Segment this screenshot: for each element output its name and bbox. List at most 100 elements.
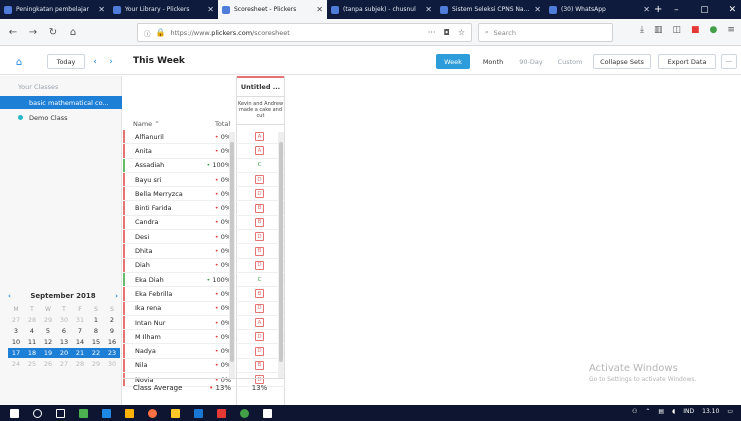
calendar-day[interactable]: 17 <box>8 348 24 358</box>
clock[interactable]: 13.10 <box>702 408 719 415</box>
export-data-button[interactable]: Export Data <box>658 54 716 69</box>
calendar-day[interactable]: 25 <box>24 359 40 369</box>
volume-icon[interactable]: ◖ <box>672 408 675 415</box>
browser-tab[interactable]: (tanpa subjek) - chusnul ✕ <box>327 0 436 19</box>
answer-cell[interactable]: D <box>235 232 284 242</box>
prev-week-icon[interactable]: ‹ <box>88 54 102 69</box>
week-view-button[interactable]: Week <box>436 54 470 69</box>
tab-close-icon[interactable]: ✕ <box>316 5 323 14</box>
address-bar[interactable]: ⓘ 🔒 https://www.plickers.com/scoresheet … <box>137 23 472 42</box>
calendar-day[interactable]: 28 <box>24 315 40 325</box>
calendar-day[interactable]: 8 <box>88 326 104 336</box>
bookmark-star-icon[interactable]: ☆ <box>458 28 465 37</box>
student-row[interactable]: Dhita • 0% B <box>123 244 285 259</box>
ninety-day-view-button[interactable]: 90-Day <box>514 54 548 69</box>
student-row[interactable]: Desi • 0% D <box>123 230 285 245</box>
explorer-icon[interactable] <box>171 408 180 418</box>
calendar-day[interactable]: 21 <box>72 348 88 358</box>
calendar-day[interactable]: 20 <box>56 348 72 358</box>
calendar-day[interactable]: 5 <box>40 326 56 336</box>
notification-icon[interactable]: ▭ <box>727 408 733 415</box>
calendar-day[interactable]: 2 <box>104 315 120 325</box>
calendar-day[interactable]: 29 <box>88 359 104 369</box>
task-view-icon[interactable] <box>56 408 65 418</box>
calendar-day[interactable]: 27 <box>56 359 72 369</box>
tab-close-icon[interactable]: ✕ <box>98 5 105 14</box>
name-column-header[interactable]: Name ⌃ <box>133 120 160 128</box>
answer-cell[interactable]: B <box>235 246 284 256</box>
browser-tab[interactable]: (30) WhatsApp ✕ <box>545 0 654 19</box>
calendar-day[interactable]: 24 <box>8 359 24 369</box>
browser-tab[interactable]: Scoresheet - Plickers ✕ <box>218 0 327 19</box>
menu-icon[interactable]: ≡ <box>727 25 735 35</box>
tab-close-icon[interactable]: ✕ <box>643 5 650 14</box>
tab-close-icon[interactable]: ✕ <box>425 5 432 14</box>
answer-cell[interactable]: D <box>235 189 284 199</box>
firefox-icon[interactable] <box>148 408 157 418</box>
back-icon[interactable]: ← <box>6 25 20 39</box>
calendar-day[interactable]: 30 <box>56 315 72 325</box>
answer-cell[interactable]: B <box>235 217 284 227</box>
maximize-icon[interactable]: ▢ <box>690 0 718 19</box>
scroll-thumb[interactable] <box>230 142 234 362</box>
people-icon[interactable]: ⚇ <box>632 408 637 415</box>
student-row[interactable]: Bayu sri • 0% D <box>123 172 285 188</box>
chevron-up-icon[interactable]: ⌃ <box>645 408 650 415</box>
tab-close-icon[interactable]: ✕ <box>534 5 541 14</box>
library-icon[interactable]: ▥ <box>654 25 663 35</box>
calendar-day[interactable]: 11 <box>24 337 40 347</box>
sidebar-class-item[interactable]: Demo Class <box>0 111 122 124</box>
minimize-icon[interactable]: – <box>662 0 690 19</box>
extension-icon[interactable]: ■ <box>691 25 700 35</box>
student-row[interactable]: Diah • 0% D <box>123 258 285 273</box>
student-row[interactable]: Anita • 0% A <box>123 144 285 159</box>
calendar-day[interactable]: 10 <box>8 337 24 347</box>
calendar-day[interactable]: 7 <box>72 326 88 336</box>
calendar-day[interactable]: 23 <box>104 348 120 358</box>
more-options-button[interactable]: ··· <box>721 54 737 69</box>
home-icon[interactable]: ⌂ <box>66 25 80 39</box>
student-row[interactable]: Nila • 0% B <box>123 358 285 374</box>
answer-cell[interactable]: D <box>235 303 284 313</box>
tab-close-icon[interactable]: ✕ <box>207 5 214 14</box>
answer-cell[interactable]: D <box>235 175 284 185</box>
student-row[interactable]: Bella Merryzca • 0% D <box>123 187 285 202</box>
calendar-day[interactable]: 28 <box>72 359 88 369</box>
question-title[interactable]: Untitled ... <box>237 76 284 97</box>
pocket-icon[interactable]: ◘ <box>444 28 450 37</box>
student-row[interactable]: Binti Farida • 0% B <box>123 201 285 216</box>
calendar-day[interactable]: 30 <box>104 359 120 369</box>
answer-cell[interactable]: B <box>235 289 284 299</box>
answer-cell[interactable]: B <box>235 360 284 370</box>
download-icon[interactable]: ⤓ <box>640 25 644 35</box>
month-view-button[interactable]: Month <box>476 54 510 69</box>
calendar-day[interactable]: 18 <box>24 348 40 358</box>
calendar-prev-icon[interactable]: ‹ <box>8 292 11 300</box>
search-input[interactable]: ⌕ Search <box>478 23 613 42</box>
media-icon[interactable] <box>217 408 226 418</box>
word-icon[interactable] <box>194 408 203 418</box>
student-row[interactable]: Intan Nur • 0% A <box>123 315 285 331</box>
edge-icon[interactable] <box>102 408 111 418</box>
custom-view-button[interactable]: Custom <box>553 54 587 69</box>
calendar-day[interactable]: 22 <box>88 348 104 358</box>
start-icon[interactable] <box>10 408 19 418</box>
answer-cell[interactable]: D <box>235 260 284 270</box>
student-row[interactable]: M Ilham • 0% D <box>123 330 285 345</box>
calendar-day[interactable]: 13 <box>56 337 72 347</box>
browser-tab[interactable]: Peningkatan pembelajar ✕ <box>0 0 109 19</box>
answer-cell[interactable]: D <box>235 346 284 356</box>
extension-icon-2[interactable]: ● <box>710 25 718 35</box>
calendar-day[interactable]: 9 <box>104 326 120 336</box>
lang-indicator[interactable]: IND <box>683 408 694 415</box>
search-taskbar-icon[interactable] <box>33 408 42 418</box>
calendar-next-icon[interactable]: › <box>115 292 118 300</box>
calendar-day[interactable]: 3 <box>8 326 24 336</box>
student-row[interactable]: Alfianuril • 0% A <box>123 130 285 145</box>
sidebar-toggle-icon[interactable]: ◫ <box>673 25 682 35</box>
scroll-thumb[interactable] <box>279 142 283 362</box>
calendar-day[interactable]: 12 <box>40 337 56 347</box>
page-actions-icon[interactable]: ··· <box>428 28 436 37</box>
network-icon[interactable]: ▤ <box>658 408 664 415</box>
today-button[interactable]: Today <box>47 54 85 69</box>
